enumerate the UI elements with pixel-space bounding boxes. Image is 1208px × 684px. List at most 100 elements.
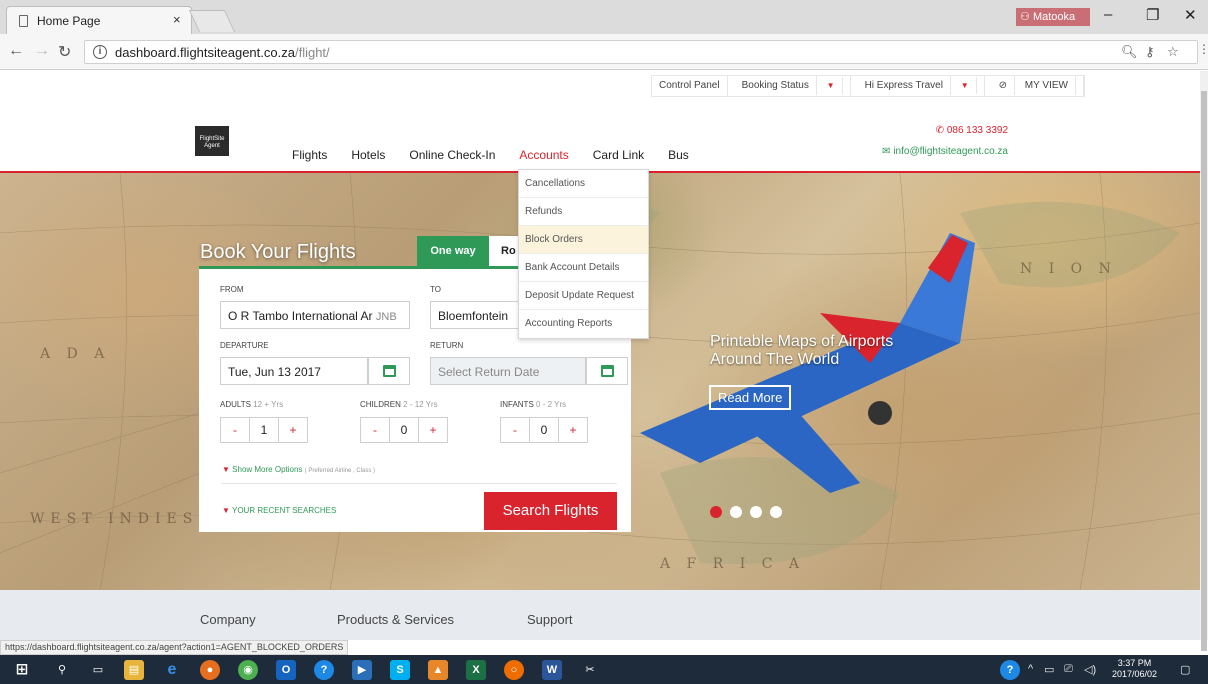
- menu-item-block-orders[interactable]: Block Orders: [519, 226, 648, 254]
- footer-support[interactable]: Support: [527, 612, 573, 627]
- search-flights-button[interactable]: Search Flights: [484, 492, 617, 530]
- reload-icon[interactable]: ↻: [58, 42, 71, 62]
- tab-round-trip[interactable]: Ro: [489, 236, 519, 266]
- caret-down-icon: ▼: [819, 77, 843, 94]
- bookmark-star-icon[interactable]: ☆: [1167, 44, 1179, 60]
- close-tab-icon[interactable]: ×: [173, 12, 181, 27]
- my-view-toggle[interactable]: ⊘ MY VIEW: [985, 76, 1084, 96]
- nav-bus[interactable]: Bus: [668, 148, 689, 162]
- tab-one-way[interactable]: One way: [417, 236, 489, 266]
- excel-icon[interactable]: X: [466, 660, 486, 680]
- departure-date-field[interactable]: Tue, Jun 13 2017: [220, 357, 368, 385]
- url-field[interactable]: i dashboard.flightsiteagent.co.za/flight…: [84, 40, 1198, 64]
- firefox-icon[interactable]: ●: [200, 660, 220, 680]
- file-explorer-icon[interactable]: ▤: [124, 660, 144, 680]
- return-date-field[interactable]: Select Return Date: [430, 357, 586, 385]
- new-tab-button[interactable]: [188, 10, 236, 32]
- to-field[interactable]: Bloemfontein: [430, 301, 520, 329]
- app-icon[interactable]: ▲: [428, 660, 448, 680]
- task-view-icon[interactable]: ▭: [88, 660, 108, 680]
- menu-item-cancellations[interactable]: Cancellations: [519, 170, 648, 198]
- show-more-options-link[interactable]: ▼ Show More Options ( Preferred Airline …: [222, 465, 375, 474]
- adults-plus-button[interactable]: +: [279, 423, 307, 437]
- back-icon[interactable]: ←: [8, 42, 24, 60]
- phone-icon: ✆: [935, 125, 945, 136]
- menu-item-deposit-update-request[interactable]: Deposit Update Request: [519, 282, 648, 310]
- infants-plus-button[interactable]: +: [559, 423, 587, 437]
- read-more-button[interactable]: Read More: [709, 385, 792, 410]
- nav-hotels[interactable]: Hotels: [351, 148, 385, 162]
- infants-minus-button[interactable]: -: [501, 423, 529, 437]
- flightsite-logo[interactable]: FlightSite Agent: [195, 126, 229, 156]
- outlook-icon[interactable]: O: [276, 660, 296, 680]
- map-label: WEST INDIES: [30, 511, 198, 527]
- internet-explorer-icon[interactable]: e: [162, 660, 182, 680]
- info-icon[interactable]: i: [93, 45, 107, 59]
- nav-online-check-in[interactable]: Online Check-In: [409, 148, 495, 162]
- children-value[interactable]: 0: [389, 418, 419, 442]
- clock[interactable]: 3:37 PM 2017/06/02: [1112, 658, 1157, 680]
- search-icon[interactable]: ⚲: [52, 660, 72, 680]
- children-minus-button[interactable]: -: [361, 423, 389, 437]
- adults-stepper: - 1 +: [220, 417, 308, 443]
- forward-icon[interactable]: →: [34, 42, 50, 60]
- children-label: CHILDREN 2 - 12 Yrs: [360, 400, 438, 409]
- menu-item-refunds[interactable]: Refunds: [519, 198, 648, 226]
- help-tray-icon[interactable]: ?: [1000, 660, 1020, 680]
- nav-flights[interactable]: Flights: [292, 148, 327, 162]
- carousel-dot[interactable]: [770, 506, 782, 518]
- zoom-icon[interactable]: 🔍︎: [1121, 44, 1138, 60]
- profile-button[interactable]: ⚇ Matooka: [1016, 8, 1090, 26]
- form-divider: [221, 483, 617, 484]
- carousel-dot[interactable]: [730, 506, 742, 518]
- volume-icon[interactable]: ◁): [1084, 663, 1096, 676]
- help-icon[interactable]: ?: [314, 660, 334, 680]
- app-icon[interactable]: ▶: [352, 660, 372, 680]
- menu-icon[interactable]: ⋮: [1198, 42, 1208, 56]
- nav-accounts[interactable]: Accounts: [519, 148, 568, 162]
- chrome-icon[interactable]: ◉: [238, 660, 258, 680]
- menu-item-bank-account-details[interactable]: Bank Account Details: [519, 254, 648, 282]
- contact-email[interactable]: ✉ info@flightsiteagent.co.za: [882, 146, 1008, 157]
- show-hidden-icons-icon[interactable]: ^: [1028, 663, 1033, 675]
- booking-title: Book Your Flights: [200, 241, 356, 263]
- nav-card-link[interactable]: Card Link: [593, 148, 644, 162]
- restore-icon[interactable]: ❐: [1146, 6, 1159, 24]
- eye-slash-icon: ⊘: [991, 76, 1016, 95]
- page-scrollbar[interactable]: [1200, 71, 1208, 651]
- key-icon[interactable]: ⚷: [1145, 44, 1155, 60]
- adults-minus-button[interactable]: -: [221, 423, 249, 437]
- scrollbar-thumb[interactable]: [1201, 91, 1207, 651]
- carousel-dot[interactable]: [750, 506, 762, 518]
- footer-products-services[interactable]: Products & Services: [337, 612, 454, 627]
- windows-start-icon[interactable]: ⊞: [12, 660, 32, 680]
- recent-searches-link[interactable]: ▼ YOUR RECENT SEARCHES: [222, 506, 336, 515]
- word-icon[interactable]: W: [542, 660, 562, 680]
- agency-menu[interactable]: Hi Express Travel ▼: [851, 76, 985, 96]
- skype-icon[interactable]: S: [390, 660, 410, 680]
- booking-status-menu[interactable]: Booking Status ▼: [728, 76, 851, 96]
- map-label: N I O N: [1020, 261, 1117, 277]
- action-center-icon[interactable]: ▢: [1180, 663, 1190, 676]
- menu-item-accounting-reports[interactable]: Accounting Reports: [519, 310, 648, 338]
- infants-value[interactable]: 0: [529, 418, 559, 442]
- infants-label: INFANTS 0 - 2 Yrs: [500, 400, 567, 409]
- adults-value[interactable]: 1: [249, 418, 279, 442]
- minimize-icon[interactable]: –: [1104, 6, 1112, 23]
- app-icon[interactable]: ○: [504, 660, 524, 680]
- browser-tab-strip: Home Page × ⚇ Matooka – ❐ ✕: [0, 0, 1208, 34]
- departure-calendar-button[interactable]: [368, 357, 410, 385]
- return-calendar-button[interactable]: [586, 357, 628, 385]
- network-icon[interactable]: ⎚: [1064, 663, 1073, 676]
- footer-company[interactable]: Company: [200, 612, 256, 627]
- carousel-dot[interactable]: [710, 506, 722, 518]
- battery-icon[interactable]: ▭: [1044, 663, 1054, 676]
- from-field[interactable]: O R Tambo International Ar JNB: [220, 301, 410, 329]
- browser-tab[interactable]: Home Page ×: [6, 6, 192, 34]
- control-panel-link[interactable]: Control Panel: [652, 76, 728, 96]
- children-plus-button[interactable]: +: [419, 423, 447, 437]
- snipping-tool-icon[interactable]: ✂: [580, 660, 600, 680]
- close-window-icon[interactable]: ✕: [1184, 6, 1197, 24]
- infants-stepper: - 0 +: [500, 417, 588, 443]
- website-viewport: Control Panel Booking Status ▼ Hi Expres…: [0, 71, 1200, 640]
